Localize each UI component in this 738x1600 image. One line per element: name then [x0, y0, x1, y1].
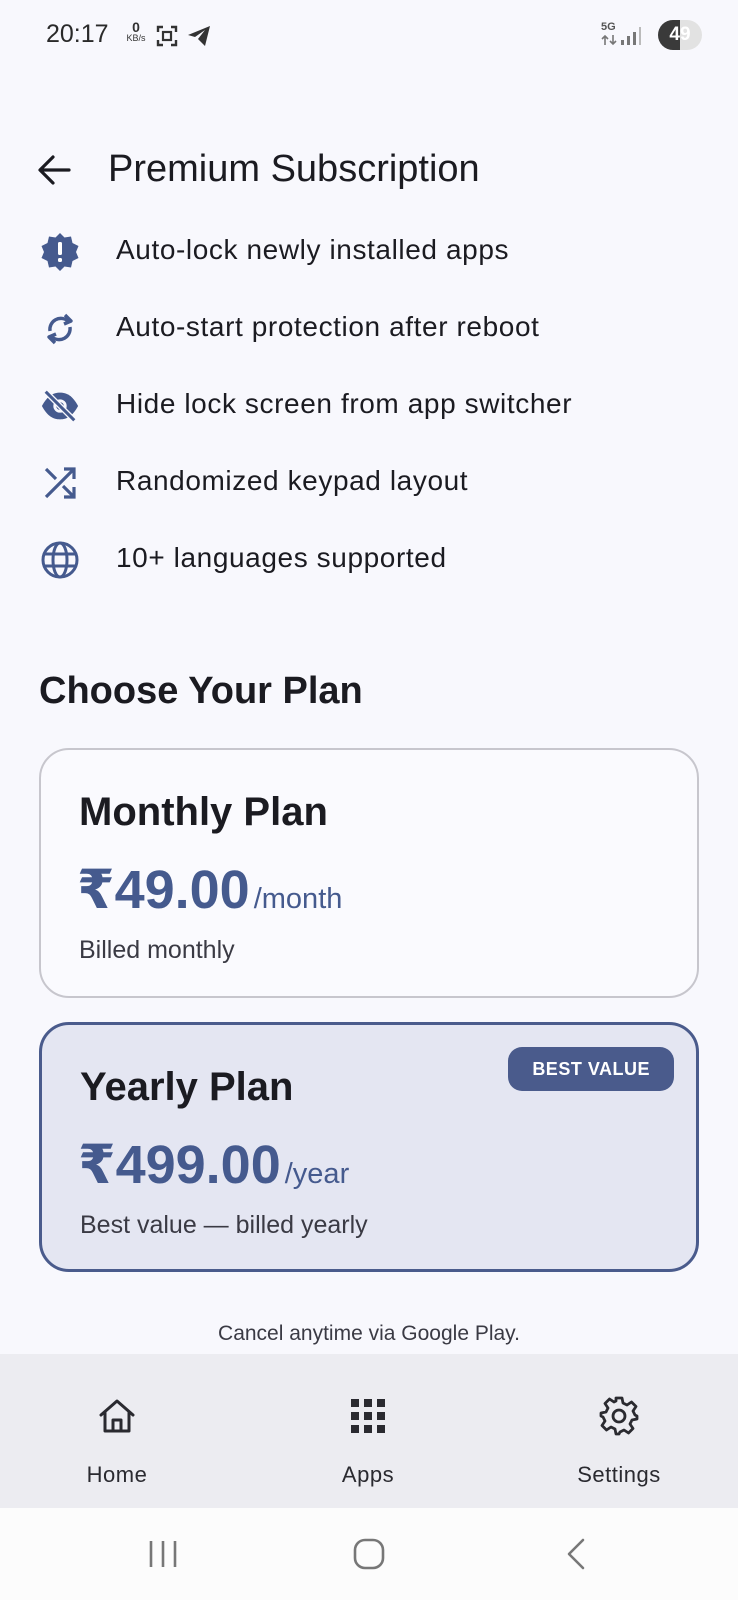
- shuffle-icon: [40, 463, 80, 503]
- cancel-note: Cancel anytime via Google Play.: [218, 1322, 520, 1345]
- net-speed-indicator: 0 KB/s: [122, 20, 150, 43]
- gear-icon: [519, 1396, 719, 1436]
- plan-price: ₹49.00/month: [77, 858, 342, 921]
- feature-label: 10+ languages supported: [116, 542, 447, 573]
- plan-price: ₹499.00/year: [78, 1133, 349, 1196]
- back-system-button[interactable]: [546, 1530, 606, 1578]
- status-bar: 20:17 0 KB/s 5G 49: [0, 0, 738, 70]
- feature-label: Auto-start protection after reboot: [116, 311, 540, 342]
- app-header: Premium Subscription: [0, 140, 738, 200]
- recents-button[interactable]: [133, 1530, 193, 1578]
- plan-price-period: /year: [284, 1158, 350, 1190]
- feature-item: Auto-start protection after reboot: [0, 297, 738, 357]
- plan-price-amount: ₹49.00: [77, 860, 250, 920]
- feature-item: Randomized keypad layout: [0, 451, 738, 511]
- plan-billing-note: Billed monthly: [79, 936, 235, 964]
- battery-level: 49: [669, 24, 691, 45]
- apps-grid-icon: [268, 1396, 468, 1436]
- feature-label: Auto-lock newly installed apps: [116, 234, 510, 265]
- feature-item: Auto-lock newly installed apps: [0, 220, 738, 280]
- home-circle-icon: [353, 1538, 385, 1570]
- data-arrows-icon: [601, 34, 617, 46]
- feature-label: Randomized keypad layout: [116, 465, 469, 496]
- back-chevron-icon: [567, 1538, 585, 1570]
- status-time: 20:17: [46, 20, 109, 48]
- plan-name: Yearly Plan: [80, 1065, 294, 1109]
- page-title: Premium Subscription: [108, 148, 480, 190]
- sync-icon: [40, 309, 80, 349]
- best-value-badge: BEST VALUE: [508, 1047, 674, 1091]
- nav-label: Home: [86, 1462, 148, 1487]
- plan-price-period: /month: [253, 883, 343, 915]
- back-arrow-icon: [38, 155, 71, 185]
- feature-item: 10+ languages supported: [0, 528, 738, 588]
- nav-item-settings[interactable]: Settings: [519, 1354, 719, 1508]
- nav-item-apps[interactable]: Apps: [268, 1354, 468, 1508]
- yearly-plan-card[interactable]: BEST VALUE Yearly Plan ₹499.00/year Best…: [39, 1022, 699, 1272]
- nav-label: Apps: [341, 1462, 395, 1487]
- net-speed-unit: KB/s: [126, 33, 146, 43]
- monthly-plan-card[interactable]: Monthly Plan ₹49.00/month Billed monthly: [39, 748, 699, 998]
- alert-badge-icon: [40, 232, 80, 272]
- telegram-icon: [188, 26, 210, 46]
- plan-name: Monthly Plan: [79, 790, 328, 834]
- bottom-navigation: Home Apps Settings: [0, 1354, 738, 1508]
- system-nav-bar: [0, 1508, 738, 1600]
- network-type: 5G: [601, 21, 616, 33]
- feature-item: Hide lock screen from app switcher: [0, 374, 738, 434]
- home-system-button[interactable]: [339, 1530, 399, 1578]
- plan-price-amount: ₹499.00: [78, 1135, 281, 1195]
- recents-icon: [149, 1541, 177, 1567]
- feature-label: Hide lock screen from app switcher: [116, 388, 573, 419]
- globe-icon: [40, 540, 80, 580]
- eye-off-icon: [40, 386, 80, 426]
- battery-indicator: 49: [658, 20, 702, 50]
- back-button[interactable]: [30, 146, 78, 194]
- home-icon: [17, 1396, 217, 1436]
- net-speed-value: 0: [132, 19, 140, 35]
- plan-billing-note: Best value — billed yearly: [80, 1211, 368, 1239]
- section-title: Choose Your Plan: [39, 670, 363, 712]
- screenshot-icon: [156, 25, 178, 47]
- nav-label: Settings: [577, 1462, 661, 1487]
- nav-item-home[interactable]: Home: [17, 1354, 217, 1508]
- signal-icon: [621, 27, 641, 45]
